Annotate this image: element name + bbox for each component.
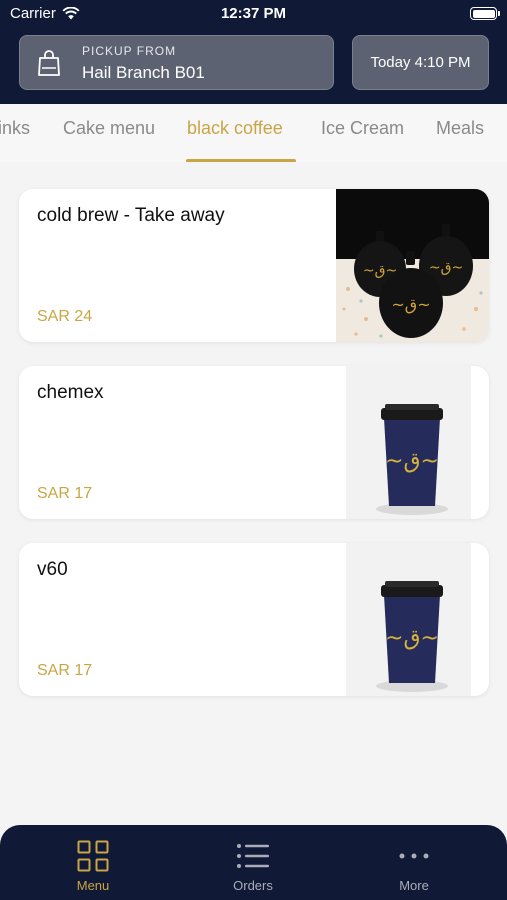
product-image: ~ق~ [346, 543, 471, 696]
more-dots-icon [399, 839, 429, 873]
nav-menu[interactable]: Menu [33, 825, 153, 900]
product-card[interactable]: chemex SAR 17 ~ق~ [19, 366, 489, 519]
list-icon [236, 839, 270, 873]
clock: 12:37 PM [220, 5, 287, 22]
product-card[interactable]: v60 SAR 17 ~ق~ [19, 543, 489, 696]
product-price: SAR 17 [37, 662, 93, 679]
nav-more-label: More [399, 878, 429, 893]
product-price: SAR 17 [37, 485, 93, 502]
tab-drinks[interactable]: inks [0, 118, 30, 139]
tab-ice-cream[interactable]: Ice Cream [321, 118, 404, 139]
pickup-time-button[interactable]: Today 4:10 PM [352, 35, 489, 90]
svg-text:~ق~: ~ق~ [429, 260, 463, 276]
shopping-bag-icon [37, 49, 61, 82]
pickup-location-button[interactable]: PICKUP FROM Hail Branch B01 [19, 35, 334, 90]
product-image: ~ق~ [346, 366, 471, 519]
svg-text:~ق~: ~ق~ [385, 449, 439, 474]
svg-text:~ق~: ~ق~ [391, 295, 430, 314]
grid-icon [77, 839, 109, 873]
battery-icon [470, 7, 500, 20]
tab-black-coffee[interactable]: black coffee [187, 118, 283, 139]
product-name: chemex [37, 382, 104, 403]
nav-more[interactable]: More [354, 825, 474, 900]
product-card[interactable]: cold brew - Take away SAR 24 ~ق~ ~ق~ ~ق~ [19, 189, 489, 342]
pickup-label: PICKUP FROM [82, 44, 177, 58]
pickup-time-label: Today 4:10 PM [370, 54, 471, 71]
app-header: Carrier 12:37 PM PICKUP FROM Hail Branch… [0, 0, 507, 104]
product-name: cold brew - Take away [37, 205, 225, 226]
branch-name: Hail Branch B01 [82, 63, 205, 82]
product-image: ~ق~ ~ق~ ~ق~ [336, 189, 489, 342]
nav-menu-label: Menu [76, 878, 110, 893]
nav-orders[interactable]: Orders [193, 825, 313, 900]
nav-orders-label: Orders [233, 878, 273, 893]
bottom-navigation: Menu Orders More [0, 825, 507, 900]
product-price: SAR 24 [37, 308, 93, 325]
category-tabs[interactable]: inks Cake menu black coffee Ice Cream Me… [0, 104, 507, 162]
svg-text:~ق~: ~ق~ [385, 626, 439, 651]
tab-meals[interactable]: Meals [436, 118, 484, 139]
product-name: v60 [37, 559, 68, 580]
tab-cake-menu[interactable]: Cake menu [63, 118, 155, 139]
active-tab-indicator [186, 159, 296, 162]
status-bar: Carrier 12:37 PM [0, 0, 507, 28]
